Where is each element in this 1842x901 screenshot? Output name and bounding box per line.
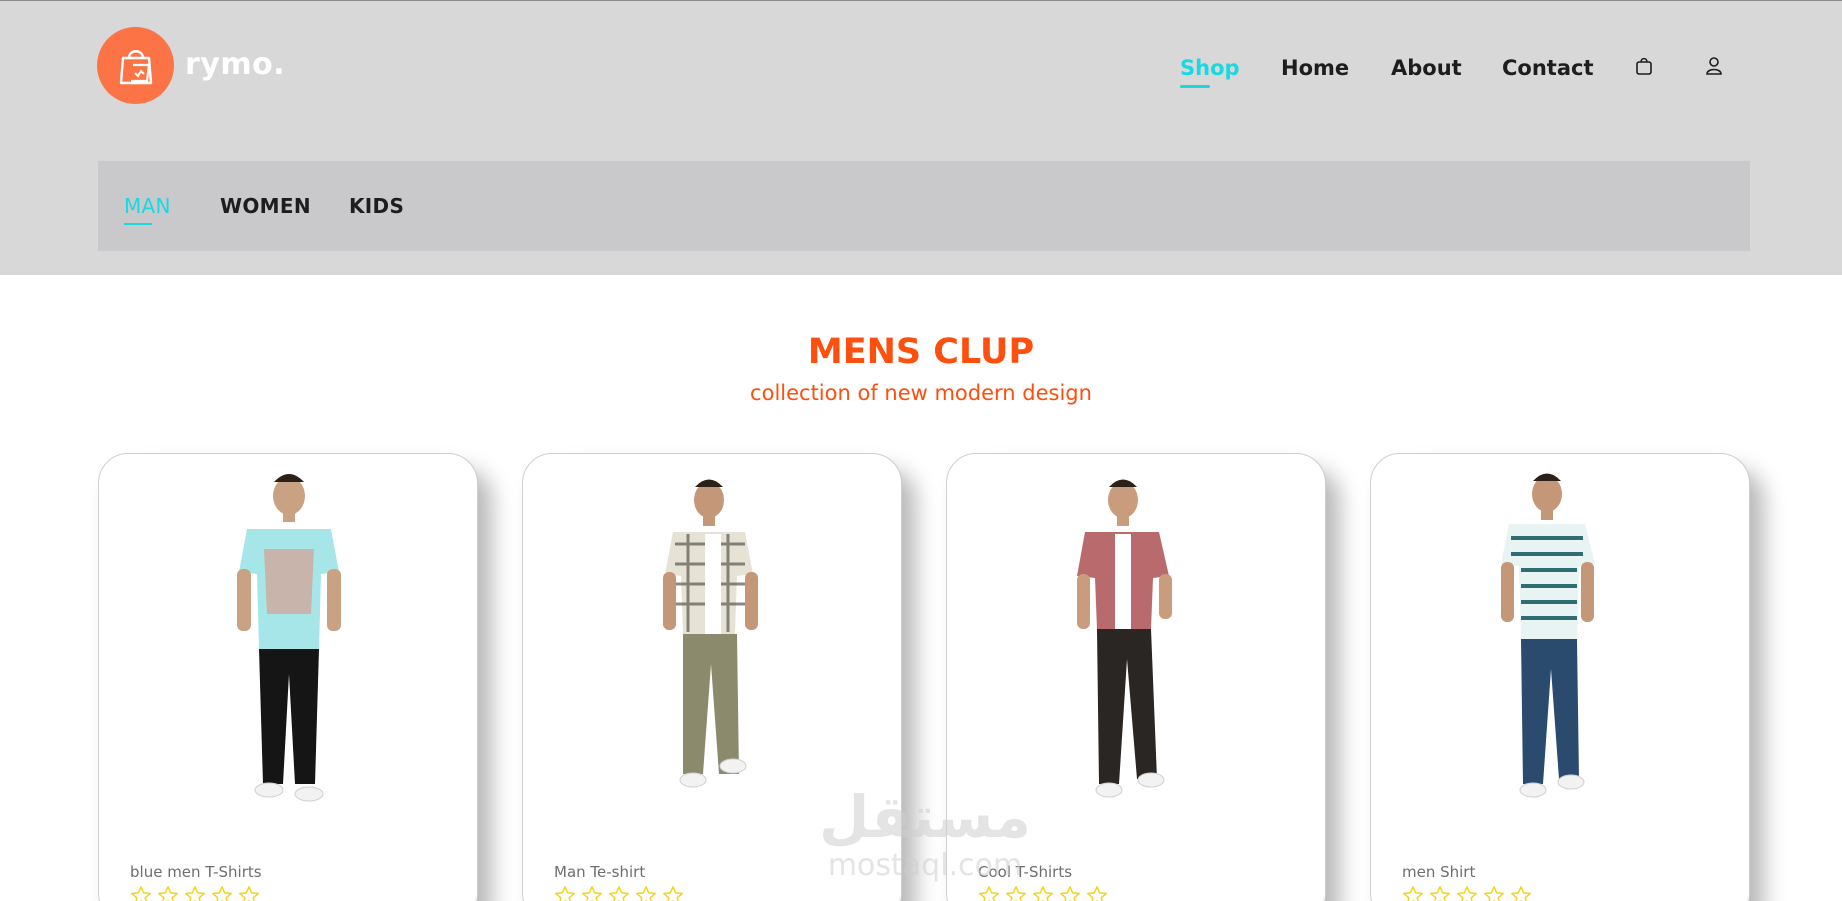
star-icon[interactable] — [608, 885, 630, 901]
product-card[interactable]: Cool T-Shirts — [946, 453, 1326, 901]
star-icon[interactable] — [1059, 885, 1081, 901]
nav-contact[interactable]: Contact — [1502, 56, 1594, 80]
category-kids[interactable]: KIDS — [349, 194, 404, 218]
cart-icon[interactable] — [1635, 56, 1653, 80]
star-icon[interactable] — [1086, 885, 1108, 901]
star-icon[interactable] — [130, 885, 152, 901]
category-bar: MAN WOMEN KIDS — [98, 161, 1750, 251]
product-card[interactable]: men Shirt — [1370, 453, 1750, 901]
section-subtitle: collection of new modern design — [750, 381, 1092, 405]
section-title: MENS CLUP — [807, 332, 1035, 372]
product-name: men Shirt — [1402, 863, 1476, 881]
product-image — [663, 479, 758, 788]
product-card[interactable]: Man Te-shirt — [522, 453, 902, 901]
star-icon[interactable] — [1456, 885, 1478, 901]
rating-stars[interactable] — [978, 885, 1108, 901]
star-icon[interactable] — [581, 885, 603, 901]
nav-active-underline — [1180, 85, 1210, 88]
logo-bag-icon[interactable] — [97, 27, 174, 104]
product-name: Cool T-Shirts — [978, 863, 1073, 881]
star-icon[interactable] — [662, 885, 684, 901]
star-icon[interactable] — [1483, 885, 1505, 901]
star-icon[interactable] — [635, 885, 657, 901]
brand-name[interactable]: rymo. — [185, 47, 285, 82]
product-card[interactable]: blue men T-Shirts — [98, 453, 478, 901]
product-name: Man Te-shirt — [554, 863, 646, 881]
star-icon[interactable] — [157, 885, 179, 901]
star-icon[interactable] — [1402, 885, 1424, 901]
star-icon[interactable] — [184, 885, 206, 901]
rating-stars[interactable] — [1402, 885, 1532, 901]
site-header: rymo. Shop Home About Contact MAN WOMEN … — [0, 0, 1842, 275]
star-icon[interactable] — [1005, 885, 1027, 901]
product-image — [237, 474, 341, 802]
category-man[interactable]: MAN — [124, 194, 171, 218]
product-image — [1077, 479, 1172, 798]
star-icon[interactable] — [978, 885, 1000, 901]
star-icon[interactable] — [1032, 885, 1054, 901]
star-icon[interactable] — [238, 885, 260, 901]
category-active-underline — [124, 223, 152, 225]
user-icon[interactable] — [1705, 56, 1723, 80]
star-icon[interactable] — [1429, 885, 1451, 901]
star-icon[interactable] — [211, 885, 233, 901]
product-image — [1501, 473, 1595, 798]
star-icon[interactable] — [554, 885, 576, 901]
rating-stars[interactable] — [554, 885, 684, 901]
category-women[interactable]: WOMEN — [220, 194, 311, 218]
shopping-bag-icon — [119, 49, 152, 84]
product-name: blue men T-Shirts — [130, 863, 262, 881]
star-icon[interactable] — [1510, 885, 1532, 901]
rating-stars[interactable] — [130, 885, 260, 901]
nav-home[interactable]: Home — [1281, 56, 1349, 80]
nav-shop[interactable]: Shop — [1180, 56, 1240, 80]
nav-about[interactable]: About — [1391, 56, 1462, 80]
